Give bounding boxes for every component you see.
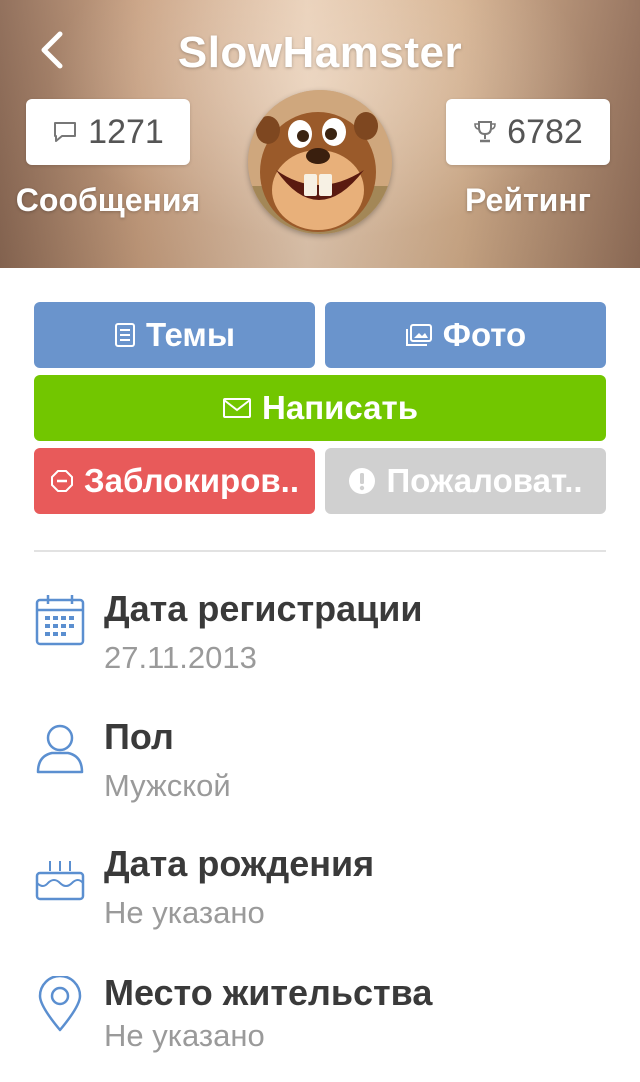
messages-label: Сообщения [15, 182, 201, 218]
comment-icon [54, 122, 77, 142]
info-label: Дата рождения [104, 843, 375, 884]
info-value: Не указано [104, 895, 265, 930]
user-icon [36, 724, 84, 774]
divider [34, 550, 606, 552]
envelope-icon [223, 398, 252, 418]
photo-button[interactable]: Фото [325, 302, 606, 368]
messages-count: 1271 [88, 112, 164, 151]
document-icon [114, 323, 135, 347]
topics-button[interactable]: Темы [34, 302, 315, 368]
hamster-avatar[interactable] [248, 90, 392, 234]
info-row-birth-date: Дата рождения Не указано [34, 843, 606, 953]
gallery-icon [405, 324, 432, 346]
exclamation-circle-icon [349, 468, 376, 494]
write-message-label: Написать [262, 389, 418, 426]
rating-label: Рейтинг [464, 182, 591, 218]
trophy-icon [474, 121, 496, 143]
cake-icon [35, 861, 85, 901]
block-user-label: Заблокиров.. [83, 462, 299, 499]
info-row-registration-date: Дата регистрации 27.11.2013 [34, 588, 606, 698]
block-octagon-icon [50, 470, 73, 492]
info-row-gender: Пол Мужской [34, 716, 606, 826]
calendar-icon [35, 595, 85, 646]
block-user-button[interactable]: Заблокиров.. [34, 448, 315, 514]
info-row-residence: Место жительства Не указано [34, 972, 606, 1082]
info-label: Место жительства [104, 972, 433, 1013]
username-title: SlowHamster [177, 28, 463, 77]
photo-button-label: Фото [442, 316, 527, 353]
profile-header: SlowHamster 1271 Сообщения 6782 Рейтинг [0, 0, 640, 268]
info-label: Дата регистрации [104, 588, 423, 629]
topics-button-label: Темы [145, 316, 236, 353]
report-user-label: Пожаловат.. [386, 462, 583, 499]
location-pin-icon [38, 976, 82, 1032]
avatar-image [248, 90, 392, 234]
write-message-button[interactable]: Написать [34, 375, 606, 441]
rating-count: 6782 [507, 112, 583, 151]
info-value: Мужской [104, 768, 231, 803]
info-value: Не указано [104, 1018, 265, 1053]
report-user-button[interactable]: Пожаловат.. [325, 448, 606, 514]
messages-count-box[interactable]: 1271 [26, 99, 190, 165]
info-label: Пол [104, 716, 174, 757]
rating-count-box[interactable]: 6782 [446, 99, 610, 165]
info-value: 27.11.2013 [104, 640, 257, 675]
